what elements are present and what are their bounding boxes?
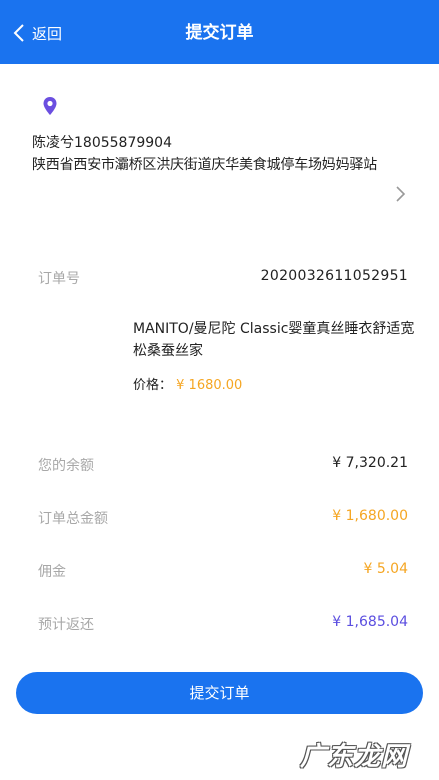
balance-label: 您的余额 <box>38 458 94 474</box>
shipping-address-section[interactable]: 陈凌兮18055879904 陕西省西安市灞桥区洪庆街道庆华美食城停车场妈妈驿站 <box>0 64 439 224</box>
price-label: 价格： <box>133 378 173 393</box>
page-title: 提交订单 <box>185 23 254 43</box>
balance-value: ¥ 7,320.21 <box>332 455 408 471</box>
price-value: ¥ 1680.00 <box>176 378 243 393</box>
watermark-logo: 广东龙网 <box>300 732 432 772</box>
recipient-address: 陕西省西安市灞桥区洪庆街道庆华美食城停车场妈妈驿站 <box>32 157 377 173</box>
order-number-row: 订单号 2020032611052951 <box>38 268 408 292</box>
commission-row: 佣金 ¥ 5.04 <box>38 561 408 585</box>
estimated-rebate-value: ¥ 1,685.04 <box>332 614 408 630</box>
commission-label: 佣金 <box>38 564 66 580</box>
product-name: MANITO/曼尼陀 Classic婴童真丝睡衣舒适宽松桑蚕丝家 <box>133 321 415 359</box>
estimated-rebate-label: 预计返还 <box>38 617 94 633</box>
estimated-rebate-row: 预计返还 ¥ 1,685.04 <box>38 614 408 638</box>
recipient-name-phone: 陈凌兮18055879904 <box>32 135 172 151</box>
order-total-value: ¥ 1,680.00 <box>332 508 408 524</box>
balance-row: 您的余额 ¥ 7,320.21 <box>38 455 408 479</box>
product-price: 价格： ¥ 1680.00 <box>133 374 242 393</box>
order-total-row: 订单总金额 ¥ 1,680.00 <box>38 508 408 532</box>
commission-value: ¥ 5.04 <box>363 561 408 577</box>
order-number-label: 订单号 <box>38 271 80 287</box>
chevron-right-icon[interactable] <box>394 184 406 204</box>
order-total-label: 订单总金额 <box>38 511 108 527</box>
submit-order-button[interactable]: 提交订单 <box>16 672 423 714</box>
watermark-text: 广东龙网 <box>300 742 409 772</box>
location-pin-icon <box>43 97 57 115</box>
order-number-value: 2020032611052951 <box>260 268 408 284</box>
top-navigation-bar: 返回 提交订单 <box>0 0 439 64</box>
